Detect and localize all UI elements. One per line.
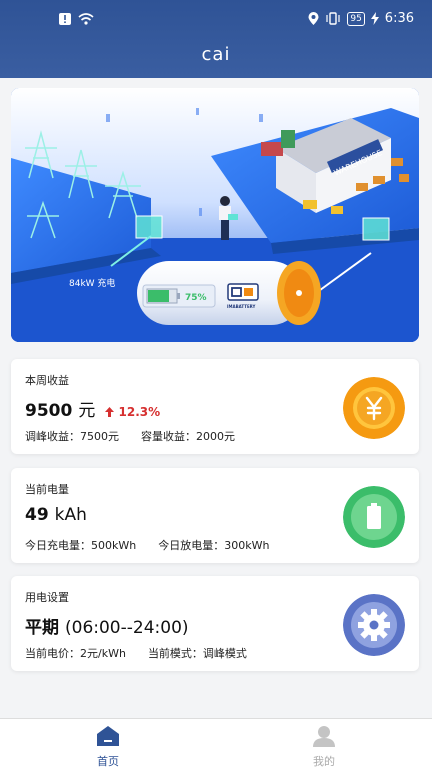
- top-bar: 95 6:36 cai: [0, 0, 432, 78]
- energy-storage-illustration: WAREHOUSE 75% IMABATTERY 84kW 充电: [11, 88, 419, 342]
- earnings-label: 本周收益: [25, 374, 69, 387]
- charge-value-row: 49 kAh: [25, 505, 87, 525]
- settings-label: 用电设置: [25, 591, 69, 604]
- weekly-earnings-card[interactable]: 本周收益 9500 元 12.3% 调峰收益：7500元 容量收益：2000元: [11, 359, 419, 454]
- hero-banner: WAREHOUSE 75% IMABATTERY 84kW 充电: [11, 88, 419, 342]
- battery-icon: [343, 486, 405, 548]
- user-icon: [313, 726, 335, 747]
- location-icon: [308, 12, 319, 25]
- charge-label: 当前电量: [25, 483, 69, 496]
- page-title: cai: [201, 44, 231, 65]
- earnings-value-row: 9500 元 12.3%: [25, 396, 160, 421]
- status-right: 95 6:36: [308, 11, 414, 26]
- status-bar: 95 6:36: [0, 0, 432, 40]
- battery-percent-label: 75%: [185, 293, 207, 303]
- yuan-coin-icon: [343, 377, 405, 439]
- charge-unit: kAh: [54, 505, 87, 525]
- home-icon: [97, 726, 119, 746]
- tab-mine-label: 我的: [313, 755, 335, 768]
- current-charge-card[interactable]: 当前电量 49 kAh 今日充电量：500kWh 今日放电量：300kWh: [11, 468, 419, 563]
- bottom-navigation: 首页 我的: [0, 718, 432, 768]
- battery-level: 95: [347, 11, 365, 26]
- charging-icon: [370, 12, 379, 25]
- wifi-icon: [78, 13, 94, 25]
- earnings-delta-value: 12.3%: [118, 405, 161, 419]
- current-price: 当前电价：2元/kWh: [25, 647, 126, 660]
- status-time: 6:36: [384, 11, 414, 26]
- settings-period: 平期: [25, 618, 59, 638]
- charge-details: 今日充电量：500kWh 今日放电量：300kWh: [25, 537, 269, 553]
- earnings-details: 调峰收益：7500元 容量收益：2000元: [25, 428, 235, 444]
- brand-logo-text: IMABATTERY: [227, 304, 256, 309]
- arrow-up-icon: [105, 407, 115, 417]
- vibrate-icon: [326, 12, 340, 25]
- alert-icon: [59, 13, 71, 25]
- tab-home[interactable]: 首页: [68, 725, 148, 768]
- charge-rate-label: 84kW 充电: [69, 277, 115, 289]
- settings-details: 当前电价：2元/kWh 当前模式：调峰模式: [25, 645, 247, 661]
- settings-value-row: 平期 (06:00--24:00): [25, 613, 189, 638]
- current-mode: 当前模式：调峰模式: [147, 647, 247, 660]
- earnings-value: 9500: [25, 401, 73, 421]
- peak-earnings: 调峰收益：7500元: [25, 430, 119, 443]
- capacity-earnings: 容量收益：2000元: [141, 430, 235, 443]
- tab-mine[interactable]: 我的: [284, 725, 364, 768]
- today-discharged: 今日放电量：300kWh: [158, 539, 270, 552]
- earnings-unit: 元: [78, 401, 96, 421]
- earnings-delta: 12.3%: [105, 405, 160, 419]
- gear-icon[interactable]: [343, 594, 405, 656]
- settings-time-range: (06:00--24:00): [65, 618, 189, 638]
- power-settings-card[interactable]: 用电设置 平期 (06:00--24:00) 当前电价：2元/kWh 当前模式：…: [11, 576, 419, 671]
- today-charged: 今日充电量：500kWh: [25, 539, 137, 552]
- tab-home-label: 首页: [97, 755, 119, 768]
- charge-value: 49: [25, 505, 49, 525]
- status-left: [58, 12, 94, 26]
